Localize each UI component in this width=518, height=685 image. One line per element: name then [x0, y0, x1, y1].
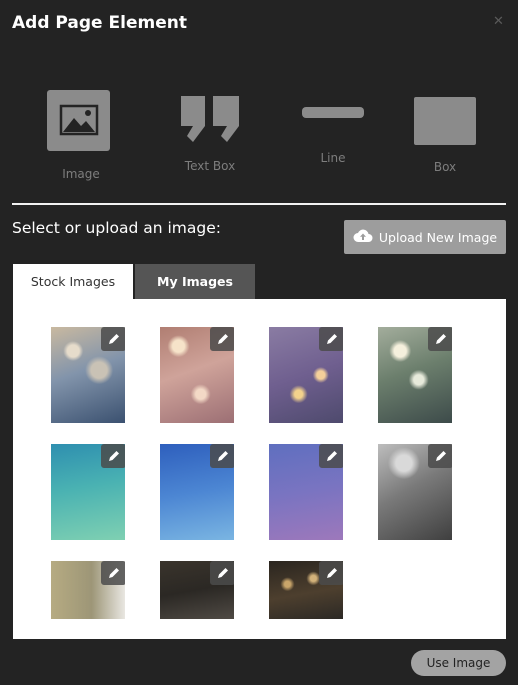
pencil-icon[interactable] — [210, 444, 234, 468]
stock-image-thumbnail[interactable] — [378, 444, 452, 540]
stock-image-thumbnail[interactable] — [160, 327, 234, 423]
stock-image-thumbnail[interactable] — [269, 327, 343, 423]
stock-image-thumbnail[interactable] — [51, 561, 125, 619]
use-image-button[interactable]: Use Image — [411, 650, 506, 676]
divider — [12, 203, 506, 205]
element-type-image-label: Image — [62, 167, 100, 181]
box-icon — [414, 97, 476, 145]
pencil-icon[interactable] — [101, 327, 125, 351]
close-icon[interactable]: ✕ — [493, 14, 504, 29]
upload-new-image-button[interactable]: Upload New Image — [344, 220, 506, 254]
tab-stock-images[interactable]: Stock Images — [13, 264, 133, 299]
pencil-icon[interactable] — [101, 561, 125, 585]
pencil-icon[interactable] — [210, 561, 234, 585]
pencil-icon[interactable] — [319, 561, 343, 585]
stock-image-thumbnail[interactable] — [160, 561, 234, 619]
line-icon — [302, 107, 364, 118]
element-type-text-box-label: Text Box — [184, 159, 236, 173]
stock-image-thumbnail[interactable] — [160, 444, 234, 540]
pencil-icon[interactable] — [428, 444, 452, 468]
pencil-icon[interactable] — [319, 327, 343, 351]
stock-image-thumbnail[interactable] — [269, 444, 343, 540]
stock-image-thumbnail[interactable] — [269, 561, 343, 619]
stock-images-panel — [13, 299, 506, 639]
stock-image-thumbnail[interactable] — [51, 327, 125, 423]
upload-button-label: Upload New Image — [378, 229, 498, 245]
dialog-title: Add Page Element — [12, 13, 187, 33]
image-icon — [47, 90, 110, 151]
pencil-icon[interactable] — [210, 327, 234, 351]
element-type-box-label: Box — [433, 160, 457, 174]
stock-image-thumbnail[interactable] — [51, 444, 125, 540]
quote-icon — [181, 96, 239, 144]
stock-image-thumbnail[interactable] — [378, 327, 452, 423]
element-type-line-label: Line — [320, 151, 346, 165]
tab-my-images[interactable]: My Images — [135, 264, 255, 299]
image-section-title: Select or upload an image: — [12, 219, 221, 237]
pencil-icon[interactable] — [101, 444, 125, 468]
pencil-icon[interactable] — [319, 444, 343, 468]
cloud-upload-icon — [353, 228, 373, 246]
pencil-icon[interactable] — [428, 327, 452, 351]
